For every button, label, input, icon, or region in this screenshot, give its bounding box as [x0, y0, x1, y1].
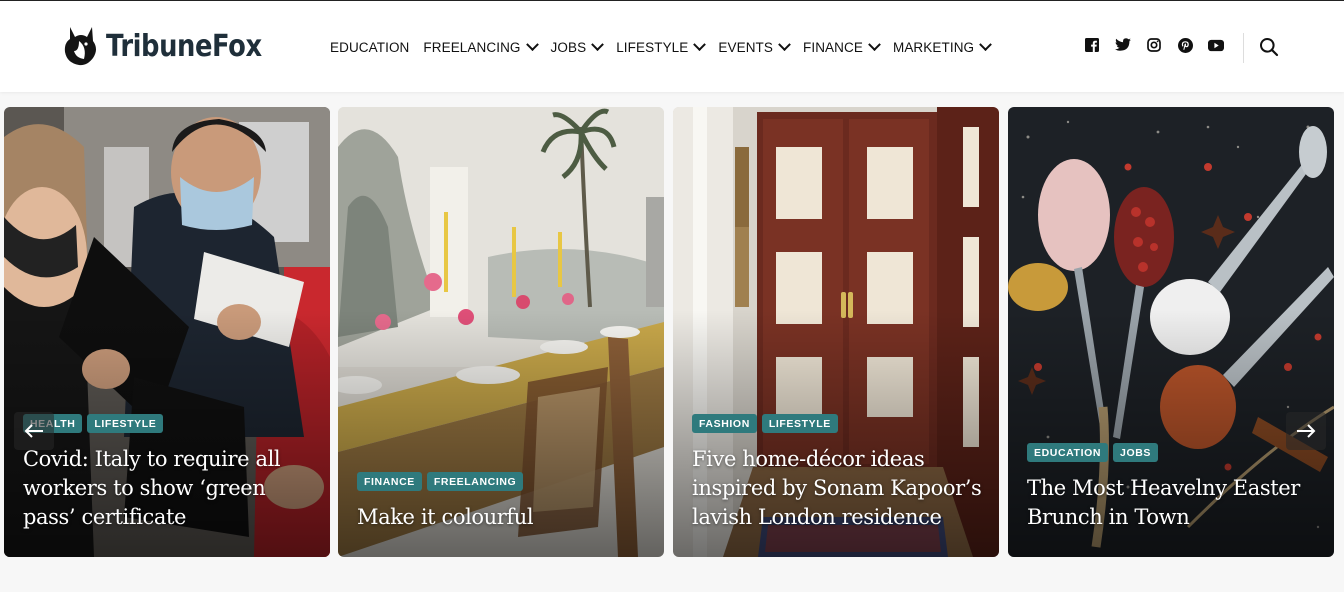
nav-item-freelancing[interactable]: FREELANCING	[423, 37, 539, 55]
twitter-icon[interactable]	[1115, 37, 1131, 53]
post-card[interactable]: FASHION LIFESTYLE Five home-décor ideas …	[673, 107, 999, 557]
category-tag[interactable]: FINANCE	[357, 472, 422, 491]
post-card[interactable]: HEALTH LIFESTYLE Covid: Italy to require…	[4, 107, 330, 557]
category-tag[interactable]: FREELANCING	[426, 472, 524, 491]
brand-name: TribuneFox	[106, 29, 262, 64]
arrow-left-icon	[24, 424, 43, 438]
chevron-down-icon	[591, 37, 605, 51]
nav-item-finance[interactable]: FINANCE	[803, 37, 881, 55]
nav-item-marketing[interactable]: MARKETING	[892, 37, 993, 55]
post-categories: EDUCATION JOBS	[1027, 443, 1163, 462]
chevron-down-icon	[525, 37, 539, 51]
fox-logo-icon	[64, 27, 96, 66]
main-nav: EDUCATION FREELANCING JOBS LIFESTYLE EVE…	[330, 37, 1004, 57]
search-icon[interactable]	[1259, 37, 1279, 57]
featured-slider: HEALTH LIFESTYLE Covid: Italy to require…	[4, 107, 1340, 557]
chevron-down-icon	[778, 37, 791, 51]
nav-item-label: MARKETING	[892, 39, 975, 55]
pinterest-icon[interactable]	[1177, 37, 1193, 53]
category-tag[interactable]: FASHION	[692, 414, 757, 433]
nav-item-label: EVENTS	[718, 39, 774, 55]
brand-name-part1: Tribune	[106, 28, 213, 64]
nav-item-events[interactable]: EVENTS	[718, 37, 791, 55]
chevron-down-icon	[693, 37, 707, 51]
brand-name-part2: Fox	[212, 28, 262, 64]
youtube-icon[interactable]	[1208, 37, 1224, 53]
post-title[interactable]: The Most Heavelny Easter Brunch in Town	[1027, 474, 1318, 532]
post-card[interactable]: EDUCATION JOBS The Most Heavelny Easter …	[1008, 107, 1334, 557]
nav-item-jobs[interactable]: JOBS	[550, 37, 605, 55]
chevron-down-icon	[979, 37, 993, 51]
category-tag[interactable]: EDUCATION	[1027, 443, 1109, 462]
site-logo[interactable]: TribuneFox	[62, 23, 287, 69]
nav-item-label: EDUCATION	[330, 39, 410, 55]
slider-next-button[interactable]	[1286, 412, 1326, 450]
header-divider	[1243, 33, 1244, 63]
nav-item-label: LIFESTYLE	[616, 39, 689, 55]
category-tag[interactable]: JOBS	[1113, 443, 1159, 462]
post-title[interactable]: Five home-décor ideas inspired by Sonam …	[692, 445, 983, 532]
slider-prev-button[interactable]	[14, 412, 54, 450]
chevron-down-icon	[868, 37, 881, 51]
nav-item-lifestyle[interactable]: LIFESTYLE	[616, 37, 707, 55]
post-title[interactable]: Covid: Italy to require all workers to s…	[23, 445, 314, 532]
post-categories: FASHION LIFESTYLE	[692, 414, 843, 433]
category-tag[interactable]: LIFESTYLE	[87, 414, 164, 433]
nav-item-label: FREELANCING	[423, 39, 521, 55]
post-title[interactable]: Make it colourful	[357, 503, 648, 532]
post-categories: FINANCE FREELANCING	[357, 472, 528, 491]
nav-item-label: JOBS	[550, 39, 587, 55]
instagram-icon[interactable]	[1146, 37, 1162, 53]
social-links	[1084, 37, 1239, 53]
site-header: TribuneFox EDUCATION FREELANCING JOBS LI…	[0, 0, 1344, 92]
post-card[interactable]: FINANCE FREELANCING Make it colourful	[338, 107, 664, 557]
nav-item-label: FINANCE	[803, 39, 863, 55]
nav-item-education[interactable]: EDUCATION	[330, 40, 409, 55]
category-tag[interactable]: LIFESTYLE	[761, 414, 838, 433]
arrow-right-icon	[1297, 424, 1316, 438]
facebook-icon[interactable]	[1084, 37, 1100, 53]
